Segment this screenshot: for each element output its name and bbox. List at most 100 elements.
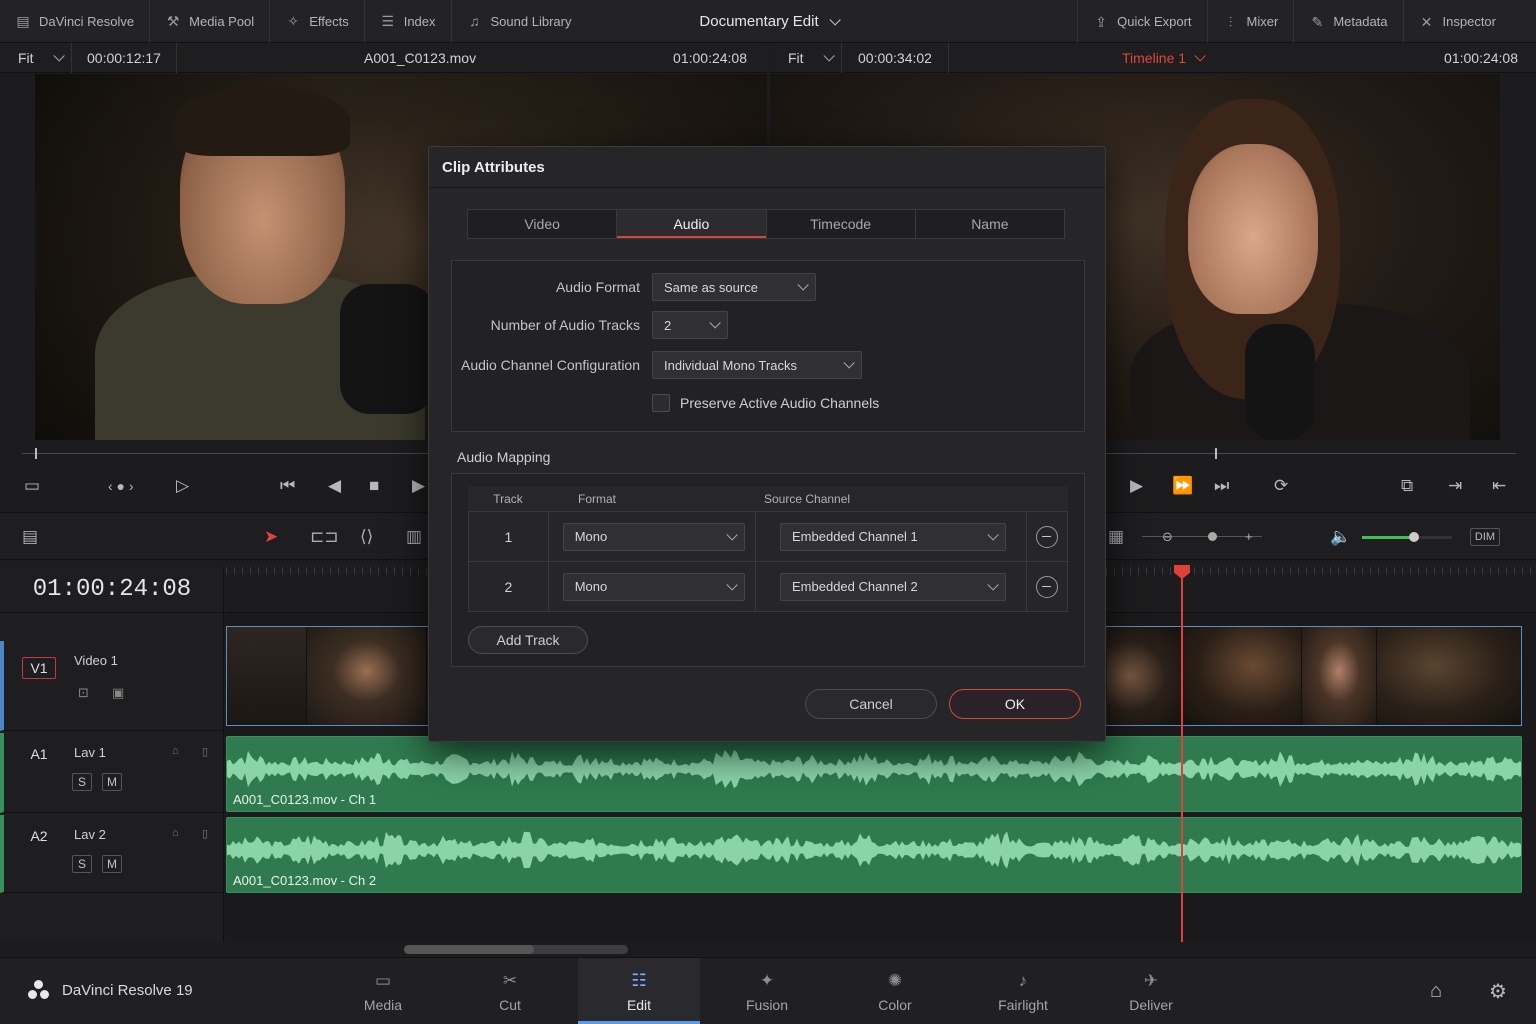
go-to-start-icon[interactable]: ⏮ [280,476,295,496]
snapping-icon[interactable]: ▦ [1108,527,1124,547]
fullscreen-icon[interactable]: ⧉ [1401,476,1413,496]
inspector-button[interactable]: ✕ Inspector [1402,0,1536,43]
blade-tool-icon[interactable]: ▥ [406,527,422,547]
timeline-zoom-dropdown[interactable]: Fit [770,42,842,73]
auto-select-icon[interactable]: ▯ [202,827,208,840]
audio-format-dropdown[interactable]: Same as source [652,273,816,301]
lock-track-icon[interactable]: ⊡ [78,685,89,701]
sound-library-button[interactable]: ♫ Sound Library [452,0,587,43]
track-name-a1[interactable]: Lav 1 [74,745,106,760]
page-tab-media[interactable]: ▭ Media [322,958,444,1024]
auto-select-icon[interactable]: ▯ [202,745,208,758]
loop-icon[interactable]: ⟳ [1274,476,1288,496]
dim-button[interactable]: DIM [1470,528,1500,546]
solo-button-a2[interactable]: S [72,855,92,873]
source-clip-name: A001_C0123.mov [364,49,477,66]
go-to-end-icon[interactable]: ⏭ [1214,476,1229,496]
col-source: Source Channel [764,491,851,506]
quick-export-button[interactable]: ⇪ Quick Export [1077,0,1206,43]
mute-button-a2[interactable]: M [102,855,122,873]
lock-icon[interactable]: ⌂ [172,745,179,757]
track-header-a2[interactable]: A2 Lav 2 ⌂ ▯ S M [0,815,224,893]
home-icon[interactable]: ⌂ [1430,980,1442,1003]
page-tab-fusion[interactable]: ✦ Fusion [706,958,828,1024]
track-name-v1[interactable]: Video 1 [74,653,118,668]
zoom-slider-handle[interactable] [1208,532,1217,541]
scrollbar-thumb[interactable] [404,945,534,954]
inspector-label: Inspector [1442,14,1496,29]
solo-button-a1[interactable]: S [72,773,92,791]
cancel-button[interactable]: Cancel [805,689,937,719]
tab-timecode[interactable]: Timecode [767,210,916,238]
stop-icon[interactable]: ■ [369,476,379,496]
track-video-icon[interactable]: ▣ [112,685,124,701]
channel-config-dropdown[interactable]: Individual Mono Tracks [652,351,862,379]
num-tracks-dropdown[interactable]: 2 [652,311,728,339]
fast-forward-icon[interactable]: ⏩ [1172,476,1193,496]
selection-tool-icon[interactable]: ➤ [264,527,278,547]
next-edit-icon[interactable]: ⇥ [1448,476,1462,496]
viewer-options-icon[interactable]: ▭ [24,476,40,496]
tab-audio[interactable]: Audio [617,210,767,238]
settings-gear-icon[interactable]: ⚙ [1489,979,1507,1004]
track-header-v1[interactable]: V1 Video 1 ⊡ ▣ [0,641,224,731]
play-icon[interactable]: ▶ [1130,476,1143,496]
zoom-out-icon[interactable]: ⊖ [1162,529,1173,545]
track-id-a2: A2 [30,828,48,844]
page-tab-cut[interactable]: ✂ Cut [449,958,571,1024]
match-frame-icon[interactable]: ▷ [176,476,189,496]
track-header-a1[interactable]: A1 Lav 1 ⌂ ▯ S M [0,733,224,813]
tab-name[interactable]: Name [916,210,1064,238]
mute-button-a1[interactable]: M [102,773,122,791]
add-track-button[interactable]: Add Track [468,626,588,654]
lock-icon[interactable]: ⌂ [172,827,179,839]
track-id-v1[interactable]: V1 [22,657,56,679]
playhead-line[interactable] [1181,567,1183,942]
zoom-in-icon[interactable]: + [1245,529,1253,544]
mixer-button[interactable]: ⫶ Mixer [1206,0,1294,43]
mapping-source-dropdown[interactable]: Embedded Channel 1 [780,522,1007,551]
app-menu-button[interactable]: ▤ DaVinci Resolve [0,0,151,43]
audio-clip-a2[interactable]: A001_C0123.mov - Ch 2 [226,817,1522,893]
metadata-tag-icon: ✎ [1311,13,1324,30]
dynamic-trim-icon[interactable]: ⟨⟩ [360,527,373,547]
mapping-format-dropdown[interactable]: Mono [562,572,745,601]
page-tab-color[interactable]: ✺ Color [834,958,956,1024]
media-pool-button[interactable]: ⚒ Media Pool [150,0,271,43]
tab-video[interactable]: Video [468,210,618,238]
page-tab-edit[interactable]: ☷ Edit [578,958,700,1024]
volume-speaker-icon[interactable]: 🔈 [1330,527,1351,547]
timeline-selector-dropdown[interactable]: Timeline 1 [1122,50,1206,66]
page-label: Edit [626,996,652,1013]
previous-edit-icon[interactable]: ⇤ [1492,476,1506,496]
zoom-slider[interactable] [1142,536,1262,537]
preserve-channels-label[interactable]: Preserve Active Audio Channels [680,395,879,411]
timeline-scrub-handle[interactable] [1215,448,1217,459]
ok-button[interactable]: OK [949,689,1081,719]
timeline-view-options-icon[interactable]: ▤ [22,527,38,547]
play-icon[interactable]: ▶ [412,476,425,496]
effects-button[interactable]: ✧ Effects [270,0,365,43]
project-title-dropdown[interactable]: Documentary Edit [699,13,841,30]
audio-clip-a1[interactable]: A001_C0123.mov - Ch 1 [226,736,1522,812]
brand: DaVinci Resolve 19 [28,980,193,1000]
trim-tool-icon[interactable]: ⊏⊐ [310,527,339,547]
jog-control-icon[interactable]: ‹ ● › [108,478,134,494]
preserve-channels-checkbox[interactable] [652,394,670,412]
mapping-format-dropdown[interactable]: Mono [562,522,745,551]
page-tab-fairlight[interactable]: ♪ Fairlight [962,958,1084,1024]
metadata-button[interactable]: ✎ Metadata [1293,0,1402,43]
remove-track-icon[interactable] [1036,575,1059,598]
volume-slider[interactable] [1362,536,1452,539]
track-name-a2[interactable]: Lav 2 [74,827,106,842]
source-scrub-handle[interactable] [35,448,37,459]
index-button[interactable]: ☰ Index [365,0,452,43]
page-tab-deliver[interactable]: ✈ Deliver [1090,958,1212,1024]
volume-slider-handle[interactable] [1409,532,1419,542]
mapping-source-dropdown[interactable]: Embedded Channel 2 [780,572,1007,601]
timeline-transport: ▶ ⏩ ⏭ ⟳ ⧉ ⇥ ⇤ [1106,468,1536,504]
timeline-scrollbar[interactable] [226,943,1536,957]
remove-track-icon[interactable] [1036,525,1059,548]
play-reverse-icon[interactable]: ◀ [328,476,341,496]
source-zoom-dropdown[interactable]: Fit [0,42,72,73]
